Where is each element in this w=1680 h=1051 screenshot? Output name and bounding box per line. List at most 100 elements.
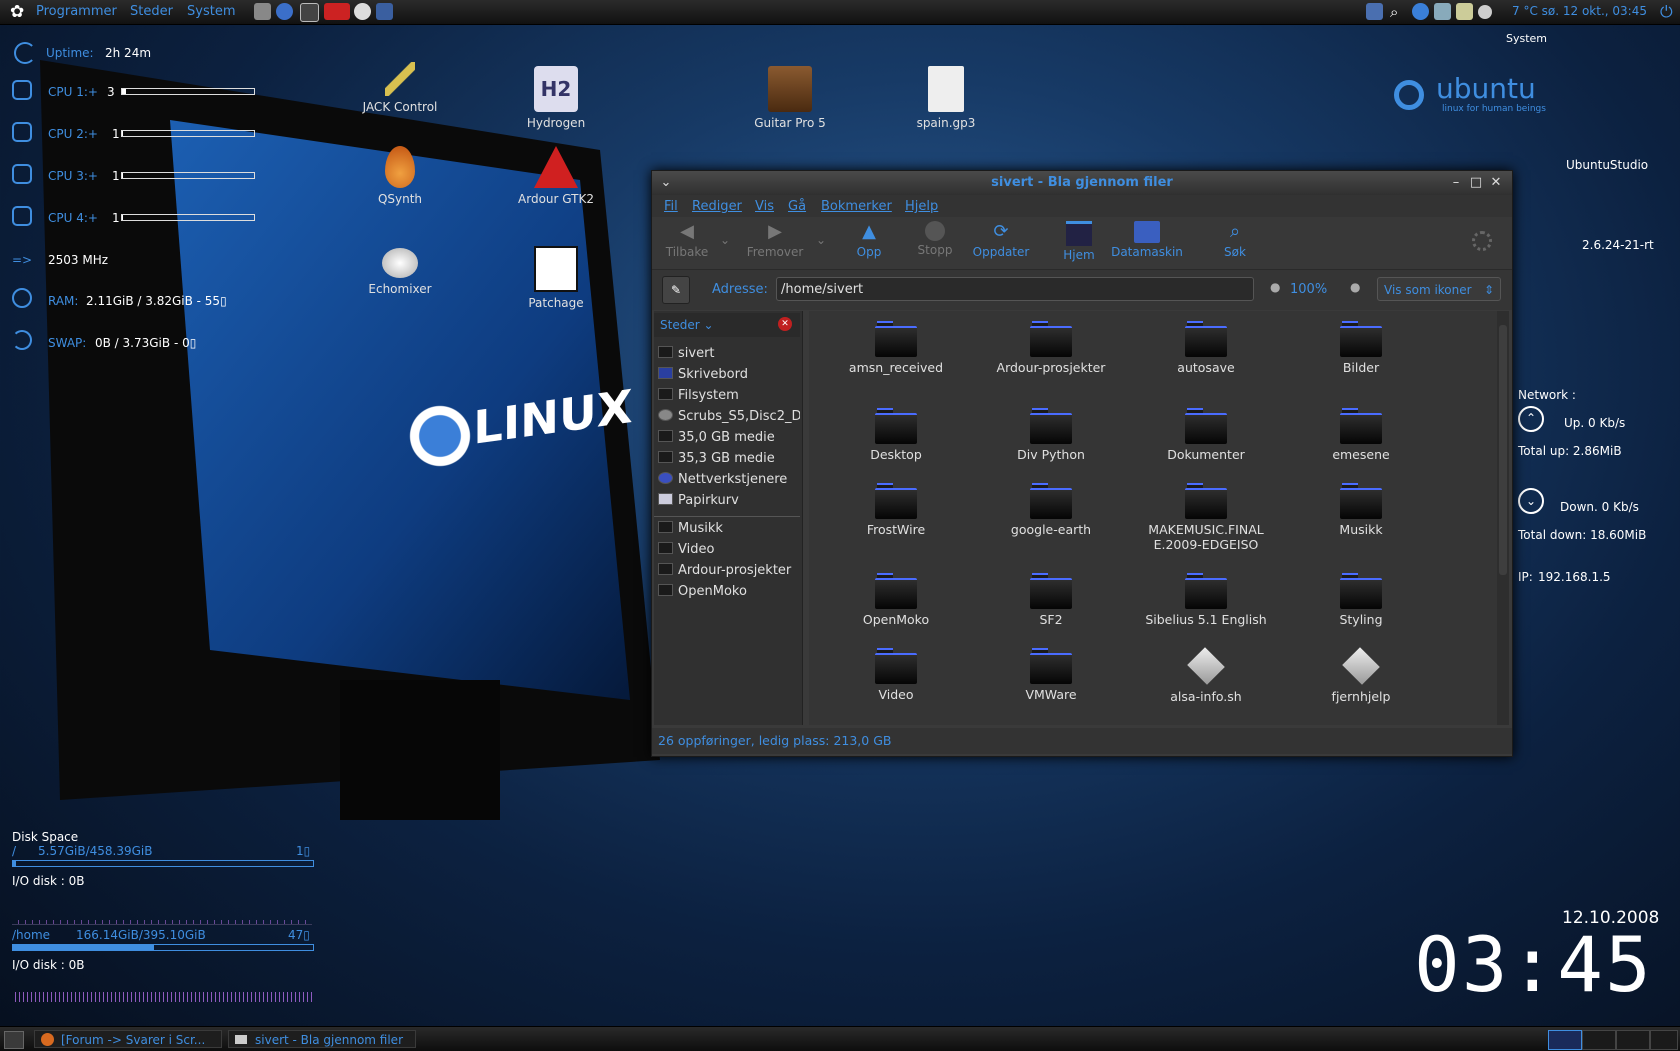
power-icon[interactable]: ⏻	[1660, 2, 1673, 22]
file-item-video[interactable]: Video	[821, 648, 971, 702]
search-button[interactable]: ⌕ Søk	[1200, 221, 1270, 259]
panel-clock[interactable]: 7 °C sø. 12 okt., 03:45	[1512, 4, 1647, 18]
stop-button[interactable]: Stopp	[900, 221, 970, 257]
file-item-fjernhjelp[interactable]: fjernhjelp	[1286, 647, 1436, 704]
desktop-icon-patchage[interactable]: Patchage	[496, 246, 616, 310]
bookmark-video[interactable]: Video	[658, 542, 800, 560]
sidebar-item-skrivebord[interactable]: Skrivebord	[658, 367, 800, 385]
forward-history-icon[interactable]: ⌄	[816, 233, 826, 247]
menu-vis[interactable]: Vis	[755, 199, 774, 214]
bookmark-ardour[interactable]: Ardour-prosjekter	[658, 563, 800, 581]
file-item-amsn-received[interactable]: amsn_received	[821, 321, 971, 375]
file-item-emesene[interactable]: emesene	[1286, 408, 1436, 462]
file-item-bilder[interactable]: Bilder	[1286, 321, 1436, 375]
view-mode-select[interactable]: Vis som ikoner ⇕	[1377, 277, 1501, 301]
sidebar-item-medie-35-0[interactable]: 35,0 GB medie	[658, 430, 800, 448]
sidebar-item-filsystem[interactable]: Filsystem	[658, 388, 800, 406]
zoom-level[interactable]: 100%	[1290, 282, 1327, 297]
hydrogen-icon: H2	[534, 66, 578, 112]
vertical-scrollbar[interactable]	[1497, 311, 1509, 725]
file-item-alsa-info[interactable]: alsa-info.sh	[1131, 647, 1281, 704]
file-item-makemusic-finale[interactable]: MAKEMUSIC.FINALE.2009-EDGEISO	[1131, 483, 1281, 552]
sidebar-item-medie-35-3[interactable]: 35,3 GB medie	[658, 451, 800, 469]
file-item-desktop[interactable]: Desktop	[821, 408, 971, 462]
menu-system[interactable]: System	[187, 4, 235, 19]
home-button[interactable]: Hjem	[1044, 221, 1114, 262]
sidebar-item-trash[interactable]: Papirkurv	[658, 493, 800, 511]
menu-hjelp[interactable]: Hjelp	[905, 199, 938, 214]
menu-steder[interactable]: Steder	[130, 4, 173, 19]
menu-rediger[interactable]: Rediger	[692, 199, 742, 214]
back-history-icon[interactable]: ⌄	[720, 233, 730, 247]
menu-ga[interactable]: Gå	[788, 199, 806, 214]
computer-button[interactable]: Datamaskin	[1106, 221, 1188, 259]
forward-button[interactable]: ▶ Fremover	[740, 221, 810, 259]
workspace-3[interactable]	[1616, 1030, 1650, 1050]
clipboard-icon[interactable]	[1456, 3, 1473, 20]
file-item-musikk[interactable]: Musikk	[1286, 483, 1436, 537]
gnome-foot-icon[interactable]: ✿	[10, 2, 24, 22]
desktop-icon-spain-gp3[interactable]: spain.gp3	[886, 66, 1006, 130]
zoom-out-icon[interactable]: ●	[1270, 280, 1280, 294]
file-item-sf2[interactable]: SF2	[976, 573, 1126, 627]
weather-icon[interactable]	[1478, 5, 1492, 19]
terminal-launcher-icon[interactable]	[300, 3, 319, 22]
desktop-icon-ardour[interactable]: Ardour GTK2	[496, 146, 616, 206]
minimize-icon[interactable]: –	[1448, 175, 1464, 191]
bookmark-openmoko[interactable]: OpenMoko	[658, 584, 800, 602]
scrollbar-thumb[interactable]	[1499, 325, 1507, 575]
sidebar-mode-select[interactable]: Steder ⌄	[660, 318, 714, 332]
close-icon[interactable]: ✕	[1488, 175, 1504, 191]
workspace-2[interactable]	[1582, 1030, 1616, 1050]
user-icon[interactable]	[1412, 3, 1429, 20]
file-item-vmware[interactable]: VMWare	[976, 648, 1126, 702]
app2-launcher-icon[interactable]	[376, 3, 393, 20]
search-icon[interactable]: ⌕	[1390, 3, 1407, 21]
file-item-dokumenter[interactable]: Dokumenter	[1131, 408, 1281, 462]
menu-bokmerker[interactable]: Bokmerker	[821, 199, 892, 214]
show-desktop-icon[interactable]	[4, 1031, 24, 1049]
window-titlebar[interactable]: ⌄ sivert - Bla gjennom filer – □ ✕	[652, 171, 1512, 195]
back-button[interactable]: ◀ Tilbake	[652, 221, 722, 259]
workspace-4[interactable]	[1650, 1030, 1678, 1050]
gtick-launcher-icon[interactable]	[324, 3, 350, 20]
address-input[interactable]: /home/sivert	[776, 277, 1254, 301]
up-button[interactable]: ▲ Opp	[834, 221, 904, 259]
menu-fil[interactable]: Fil	[664, 199, 678, 214]
menu-programmer[interactable]: Programmer	[36, 4, 117, 19]
close-sidebar-icon[interactable]: ✕	[778, 317, 792, 331]
taskbar-item-firefox[interactable]: [Forum -> Svarer i Scr...	[34, 1030, 222, 1048]
file-item-styling[interactable]: Styling	[1286, 573, 1436, 627]
folder-icon	[1340, 573, 1382, 609]
sidebar-item-sivert[interactable]: sivert	[658, 346, 800, 364]
network-icon[interactable]	[1366, 3, 1383, 20]
reload-button[interactable]: ⟳ Oppdater	[966, 221, 1036, 259]
cpu3-row: CPU 3:+ 1	[12, 164, 272, 184]
gimp-launcher-icon[interactable]	[254, 3, 271, 20]
sidebar-item-disc[interactable]: Scrubs_S5,Disc2_DE	[658, 409, 800, 427]
file-item-sibelius[interactable]: Sibelius 5.1 English	[1131, 573, 1281, 627]
mail-icon[interactable]	[1434, 3, 1451, 20]
uptime-icon	[14, 42, 36, 64]
app-launcher-icon[interactable]	[354, 3, 371, 20]
file-item-frostwire[interactable]: FrostWire	[821, 483, 971, 537]
file-item-autosave[interactable]: autosave	[1131, 321, 1281, 375]
desktop-icon-guitar-pro[interactable]: Guitar Pro 5	[730, 66, 850, 130]
sidebar-item-network[interactable]: Nettverkstjenere	[658, 472, 800, 490]
desktop-icon-echomixer[interactable]: Echomixer	[340, 248, 460, 296]
file-item-div-python[interactable]: Div Python	[976, 408, 1126, 462]
desktop-icon-hydrogen[interactable]: H2 Hydrogen	[496, 66, 616, 130]
path-toggle-icon[interactable]: ✎	[662, 276, 690, 304]
bottom-panel: [Forum -> Svarer i Scr... sivert - Bla g…	[0, 1026, 1680, 1051]
file-item-google-earth[interactable]: google-earth	[976, 483, 1126, 537]
browser-launcher-icon[interactable]	[276, 3, 293, 20]
desktop-icon-qsynth[interactable]: QSynth	[340, 146, 460, 206]
taskbar-item-file-manager[interactable]: sivert - Bla gjennom filer	[228, 1030, 416, 1048]
zoom-in-icon[interactable]: ●	[1350, 280, 1360, 294]
file-item-ardour-prosjekter[interactable]: Ardour-prosjekter	[976, 321, 1126, 375]
file-item-openmoko[interactable]: OpenMoko	[821, 573, 971, 627]
maximize-icon[interactable]: □	[1468, 175, 1484, 191]
bookmark-musikk[interactable]: Musikk	[658, 521, 800, 539]
workspace-1[interactable]	[1548, 1030, 1582, 1050]
desktop-icon-jack-control[interactable]: JACK Control	[340, 62, 460, 114]
